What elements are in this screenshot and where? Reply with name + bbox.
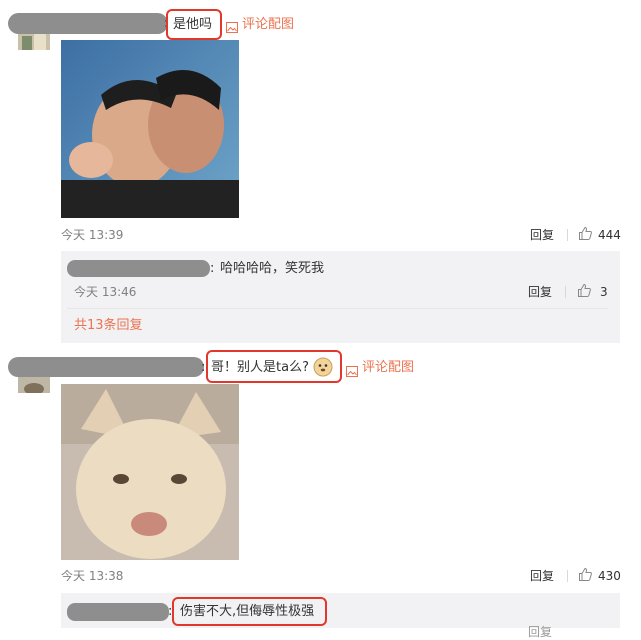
like-icon[interactable] bbox=[578, 226, 593, 245]
redacted-username bbox=[8, 357, 204, 377]
comment-timestamp: 今天 13:38 bbox=[61, 569, 124, 583]
like-count: 444 bbox=[598, 228, 621, 242]
doge-emoji-icon bbox=[313, 357, 333, 381]
reply-button[interactable]: 回复 bbox=[528, 284, 552, 300]
redacted-username bbox=[67, 603, 169, 621]
comment-text: 是他吗 bbox=[173, 17, 213, 32]
colon: : bbox=[210, 261, 215, 276]
divider bbox=[567, 570, 568, 582]
like-icon[interactable] bbox=[578, 567, 593, 586]
divider bbox=[565, 286, 566, 298]
reply-button[interactable]: 回复 bbox=[530, 568, 554, 584]
reply-button[interactable]: 回复 bbox=[530, 227, 554, 243]
commenter-avatar[interactable] bbox=[18, 375, 50, 393]
more-replies-link[interactable]: 共13条回复 bbox=[74, 318, 143, 334]
divider bbox=[567, 229, 568, 241]
like-count: 430 bbox=[598, 569, 621, 583]
comment-image-link[interactable]: 评论配图 bbox=[242, 17, 294, 33]
comment-timestamp: 今天 13:39 bbox=[61, 228, 124, 242]
redacted-username bbox=[67, 260, 210, 277]
comment-image[interactable] bbox=[61, 384, 239, 560]
like-count: 3 bbox=[600, 285, 608, 299]
comment-text: 哥！别人是ta么? bbox=[211, 360, 309, 375]
comment-image-link[interactable]: 评论配图 bbox=[362, 360, 414, 376]
comment-image[interactable] bbox=[61, 40, 239, 218]
reply-text: 哈哈哈哈，笑死我 bbox=[220, 261, 325, 276]
image-icon[interactable] bbox=[226, 18, 238, 37]
colon: : bbox=[201, 360, 206, 375]
reply-timestamp: 今天 13:46 bbox=[74, 285, 137, 299]
like-icon[interactable] bbox=[577, 283, 592, 302]
reply-button[interactable]: 回复 bbox=[528, 624, 552, 640]
divider bbox=[67, 308, 608, 309]
image-icon[interactable] bbox=[346, 362, 358, 381]
redacted-username bbox=[8, 13, 168, 34]
reply-text: 伤害不大,但侮辱性极强 bbox=[180, 604, 315, 619]
commenter-avatar[interactable] bbox=[18, 32, 50, 50]
